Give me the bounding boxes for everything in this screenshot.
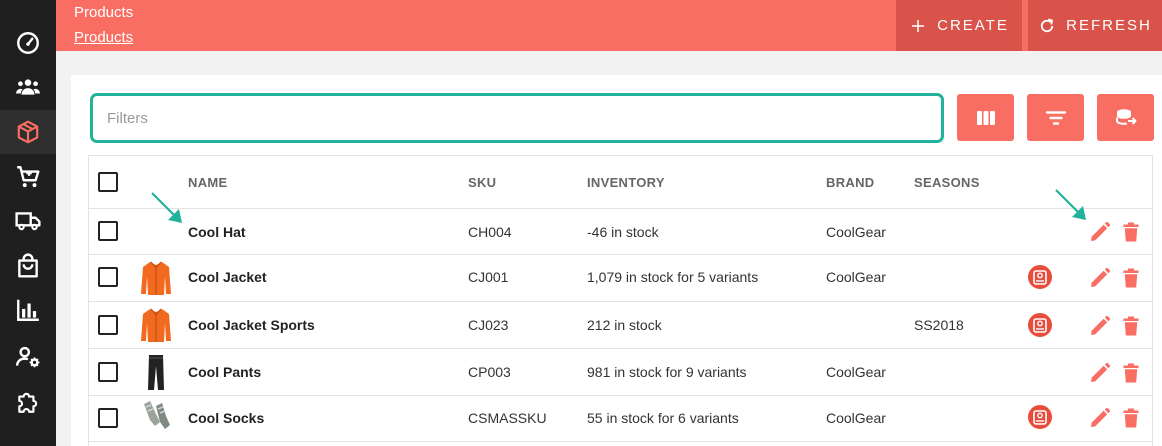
products-icon (17, 120, 39, 144)
dashboard-icon (17, 32, 39, 54)
edit-icon[interactable] (1088, 266, 1112, 290)
delete-icon[interactable] (1119, 361, 1143, 385)
export-icon (1115, 108, 1136, 125)
refresh-icon (1041, 18, 1054, 32)
annotation-arrow-icon (151, 192, 182, 223)
product-seasons: SS2018 (914, 317, 964, 333)
store-badge-icon (1028, 405, 1052, 429)
sidebar (0, 0, 56, 446)
bag-icon (18, 253, 38, 278)
table-row[interactable]: Cool Jacket CJ001 1,079 in stock for 5 v… (89, 255, 1152, 302)
export-button[interactable] (1097, 94, 1154, 141)
sidebar-item-reports[interactable] (0, 288, 56, 332)
row-checkbox[interactable] (98, 408, 118, 428)
column-header-inventory[interactable]: INVENTORY (587, 175, 665, 190)
plus-icon (912, 19, 925, 32)
row-checkbox[interactable] (98, 267, 118, 287)
store-badge-icon (1028, 265, 1052, 289)
app-header: Products Products CREATE REFRESH (56, 0, 1162, 51)
columns-icon (976, 110, 995, 125)
column-header-brand[interactable]: BRAND (826, 175, 874, 190)
sidebar-item-purchases[interactable] (0, 244, 56, 288)
row-checkbox[interactable] (98, 315, 118, 335)
product-thumbnail-jacket (141, 261, 171, 295)
product-inventory: 55 in stock for 6 variants (587, 410, 739, 426)
delete-icon[interactable] (1119, 266, 1143, 290)
create-button[interactable]: CREATE (896, 0, 1022, 51)
sidebar-item-orders[interactable] (0, 155, 56, 199)
product-sku: CH004 (468, 224, 512, 240)
row-checkbox[interactable] (98, 362, 118, 382)
product-name[interactable]: Cool Hat (188, 224, 246, 240)
sidebar-item-products[interactable] (0, 110, 56, 154)
column-header-seasons[interactable]: SEASONS (914, 175, 980, 190)
product-sku: CSMASSKU (468, 410, 547, 426)
products-table: NAME SKU INVENTORY BRAND SEASONS Cool Ha… (88, 155, 1153, 446)
product-sku: CJ023 (468, 317, 509, 333)
refresh-button[interactable]: REFRESH (1028, 0, 1162, 51)
product-sku: CJ001 (468, 269, 509, 285)
product-inventory: 212 in stock (587, 317, 662, 333)
product-name[interactable]: Cool Pants (188, 364, 261, 380)
table-row[interactable]: Cool Pants CP003 981 in stock for 9 vari… (89, 349, 1152, 396)
store-badge-icon (1028, 313, 1052, 337)
columns-button[interactable] (957, 94, 1014, 141)
extensions-icon (18, 392, 38, 413)
annotation-arrow-icon (1055, 189, 1086, 220)
sidebar-item-dashboard[interactable] (0, 21, 56, 65)
sidebar-item-user-settings[interactable] (0, 335, 56, 379)
product-thumbnail-socks (144, 401, 170, 429)
refresh-button-label: REFRESH (1066, 17, 1152, 34)
edit-icon[interactable] (1088, 406, 1112, 430)
product-sku: CP003 (468, 364, 511, 380)
delete-icon[interactable] (1119, 314, 1143, 338)
filters-input[interactable] (90, 93, 944, 143)
sidebar-item-extensions[interactable] (0, 380, 56, 424)
reports-icon (17, 299, 39, 321)
user-settings-icon (15, 346, 40, 368)
breadcrumb[interactable]: Products (74, 29, 133, 46)
select-all-checkbox[interactable] (98, 172, 118, 192)
page-title: Products (74, 4, 134, 21)
create-button-label: CREATE (937, 17, 1009, 34)
product-thumbnail-jacket (141, 308, 171, 342)
edit-icon[interactable] (1088, 314, 1112, 338)
edit-icon[interactable] (1088, 220, 1112, 244)
table-row[interactable]: Cool Jacket Sports CJ023 212 in stock SS… (89, 302, 1152, 349)
table-row[interactable]: Cool Socks CSMASSKU 55 in stock for 6 va… (89, 396, 1152, 442)
product-brand: CoolGear (826, 364, 886, 380)
table-row[interactable]: Cool Hat CH004 -46 in stock CoolGear (89, 209, 1152, 255)
product-brand: CoolGear (826, 224, 886, 240)
column-header-name[interactable]: NAME (188, 175, 227, 190)
customers-icon (16, 79, 40, 95)
shipping-icon (15, 212, 41, 231)
delete-icon[interactable] (1119, 220, 1143, 244)
product-inventory: 1,079 in stock for 5 variants (587, 269, 759, 285)
sidebar-item-shipping[interactable] (0, 199, 56, 243)
filter-button[interactable] (1027, 94, 1084, 141)
table-header: NAME SKU INVENTORY BRAND SEASONS (89, 156, 1152, 209)
cart-icon (17, 166, 40, 188)
filter-icon (1045, 110, 1066, 125)
delete-icon[interactable] (1119, 406, 1143, 430)
product-thumbnail-pants (148, 355, 164, 390)
row-checkbox[interactable] (98, 221, 118, 241)
product-inventory: -46 in stock (587, 224, 659, 240)
product-name[interactable]: Cool Socks (188, 410, 264, 426)
sidebar-item-customers[interactable] (0, 65, 56, 109)
edit-icon[interactable] (1088, 361, 1112, 385)
product-brand: CoolGear (826, 410, 886, 426)
product-inventory: 981 in stock for 9 variants (587, 364, 747, 380)
product-brand: CoolGear (826, 269, 886, 285)
product-name[interactable]: Cool Jacket (188, 269, 267, 285)
column-header-sku[interactable]: SKU (468, 175, 496, 190)
product-name[interactable]: Cool Jacket Sports (188, 317, 315, 333)
